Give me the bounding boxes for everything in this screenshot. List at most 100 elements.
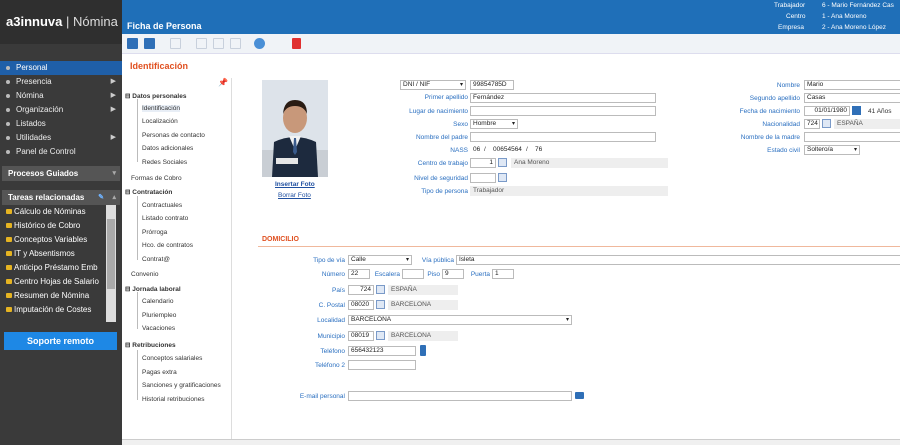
tree-item-contrata[interactable]: Contrat@	[142, 256, 170, 263]
menu-item-nomina[interactable]: Nómina ▶	[0, 89, 122, 103]
via-publica-input[interactable]: Isleta	[456, 255, 900, 265]
tree-datos-personales[interactable]: ⊟ Datos personales	[125, 92, 186, 100]
fecha-nacimiento-input[interactable]: 01/01/1980	[804, 106, 850, 116]
save-icon[interactable]	[127, 38, 138, 49]
trabajador-value[interactable]: 6 - Mario Fernández Cas	[822, 2, 894, 9]
task-item[interactable]: Anticipo Préstamo Emb	[2, 261, 106, 275]
menu-item-utilidades[interactable]: Utilidades ▶	[0, 131, 122, 145]
pais-code-input[interactable]: 724	[348, 285, 374, 295]
lookup-icon[interactable]	[376, 331, 385, 340]
lookup-icon[interactable]	[498, 173, 507, 182]
phone-icon[interactable]	[420, 345, 426, 356]
tree-item-contractuales[interactable]: Contractuales	[142, 202, 182, 209]
tree-item-historial-retribuciones[interactable]: Historial retribuciones	[142, 396, 205, 403]
chevron-up-icon[interactable]: ▴	[112, 190, 116, 205]
sexo-select[interactable]: Hombre ▾	[470, 119, 518, 129]
last-record-icon[interactable]	[230, 38, 241, 49]
nass-province-input[interactable]: 06	[470, 145, 484, 155]
empresa-value[interactable]: 2 - Ana Moreno López	[822, 24, 886, 31]
piso-input[interactable]: 9	[442, 269, 464, 279]
nacionalidad-code-input[interactable]: 724	[804, 119, 820, 129]
telefono2-input[interactable]	[348, 360, 416, 370]
task-item[interactable]: Conceptos Variables	[2, 233, 106, 247]
prev-record-icon[interactable]	[196, 38, 207, 49]
tree-item-datos-adicionales[interactable]: Datos adicionales	[142, 145, 193, 152]
lookup-icon[interactable]	[376, 285, 385, 294]
doc-type-select[interactable]: DNI / NIF ▾	[400, 80, 466, 90]
tree-item-pagas-extra[interactable]: Pagas extra	[142, 369, 177, 376]
nivel-seguridad-input[interactable]	[470, 173, 496, 183]
menu-item-organizacion[interactable]: Organización ▶	[0, 103, 122, 117]
tree-item-redes-sociales[interactable]: Redes Sociales	[142, 159, 187, 166]
municipio-input[interactable]: 08019	[348, 331, 374, 341]
nombre-madre-input[interactable]	[804, 132, 900, 142]
primer-apellido-input[interactable]: Fernández	[470, 93, 656, 103]
centro-value[interactable]: 1 - Ana Moreno	[822, 13, 866, 20]
puerta-input[interactable]: 1	[492, 269, 514, 279]
tree-item-prorroga[interactable]: Prórroga	[142, 229, 167, 236]
tree-convenio[interactable]: Convenio	[131, 271, 158, 278]
nass-control-input[interactable]: 76	[532, 145, 544, 155]
nombre-label: Nombre	[776, 82, 800, 89]
tree-jornada[interactable]: ⊟ Jornada laboral	[125, 285, 181, 293]
menu-item-personal[interactable]: Personal	[0, 61, 122, 75]
borrar-foto-link[interactable]: Borrar Foto	[278, 192, 311, 199]
tree-item-calendario[interactable]: Calendario	[142, 298, 173, 305]
chevron-down-icon[interactable]: ▾	[112, 166, 116, 181]
tree-item-listado-contrato[interactable]: Listado contrato	[142, 215, 188, 222]
lugar-nacimiento-input[interactable]	[470, 106, 656, 116]
task-item[interactable]: Imputación de Costes	[2, 303, 106, 317]
segundo-apellido-input[interactable]: Casas	[804, 93, 900, 103]
tree-item-identificacion[interactable]: Identificación	[142, 105, 180, 112]
nass-number-input[interactable]: 00654564	[490, 145, 526, 155]
calendar-icon[interactable]	[852, 106, 861, 115]
tree-item-pluriempleo[interactable]: Pluriempleo	[142, 312, 176, 319]
procesos-guiados-header[interactable]: Procesos Guiados ▾	[2, 166, 120, 181]
next-record-icon[interactable]	[213, 38, 224, 49]
refresh-icon[interactable]	[254, 38, 265, 49]
insertar-foto-link[interactable]: Insertar Foto	[275, 181, 315, 188]
doc-number-input[interactable]: 99854785D	[470, 80, 514, 90]
lookup-icon[interactable]	[822, 119, 831, 128]
new-record-icon[interactable]	[144, 38, 155, 49]
menu-item-presencia[interactable]: Presencia ▶	[0, 75, 122, 89]
tree-item-localizacion[interactable]: Localización	[142, 118, 178, 125]
lookup-icon[interactable]	[498, 158, 507, 167]
tree-item-sanciones[interactable]: Sanciones y gratificaciones	[142, 382, 221, 389]
escalera-input[interactable]	[402, 269, 424, 279]
tree-item-contacto[interactable]: Personas de contacto	[142, 132, 205, 139]
email-input[interactable]	[348, 391, 572, 401]
task-item[interactable]: Cálculo de Nóminas	[2, 205, 106, 219]
task-item[interactable]: IT y Absentismos	[2, 247, 106, 261]
tree-item-vacaciones[interactable]: Vacaciones	[142, 325, 175, 332]
nombre-input[interactable]: Mario	[804, 80, 900, 90]
task-item[interactable]: Resumen de Nómina	[2, 289, 106, 303]
nass-label: NASS	[450, 147, 468, 154]
nombre-padre-input[interactable]	[470, 132, 656, 142]
envelope-icon[interactable]	[575, 392, 584, 399]
localidad-select[interactable]: BARCELONA ▾	[348, 315, 572, 325]
tree-retribuciones[interactable]: ⊟ Retribuciones	[125, 341, 176, 349]
email-label: E-mail personal	[299, 393, 345, 400]
lookup-icon[interactable]	[376, 300, 385, 309]
estado-civil-select[interactable]: Soltero/a ▾	[804, 145, 860, 155]
tipo-via-select[interactable]: Calle ▾	[348, 255, 412, 265]
tree-contratacion[interactable]: ⊟ Contratación	[125, 188, 172, 196]
wrench-icon[interactable]: ✎	[98, 190, 104, 205]
menu-item-listados[interactable]: Listados	[0, 117, 122, 131]
numero-input[interactable]: 22	[348, 269, 370, 279]
scrollbar-thumb[interactable]	[107, 219, 115, 289]
telefono-input[interactable]: 656432123	[348, 346, 416, 356]
codigo-postal-input[interactable]: 08020	[348, 300, 374, 310]
tree-formas-cobro[interactable]: Formas de Cobro	[131, 175, 182, 182]
soporte-remoto-button[interactable]: Soporte remoto	[4, 332, 117, 350]
task-item[interactable]: Centro Hojas de Salario	[2, 275, 106, 289]
tree-item-hco-contratos[interactable]: Hco. de contratos	[142, 242, 193, 249]
centro-trabajo-code-input[interactable]: 1	[470, 158, 496, 168]
first-record-icon[interactable]	[170, 38, 181, 49]
task-item[interactable]: Histórico de Cobro	[2, 219, 106, 233]
tree-item-conceptos-salariales[interactable]: Conceptos salariales	[142, 355, 202, 362]
tareas-scrollbar[interactable]	[106, 205, 116, 322]
delete-icon[interactable]	[292, 38, 301, 49]
menu-item-panel-control[interactable]: Panel de Control	[0, 145, 122, 159]
